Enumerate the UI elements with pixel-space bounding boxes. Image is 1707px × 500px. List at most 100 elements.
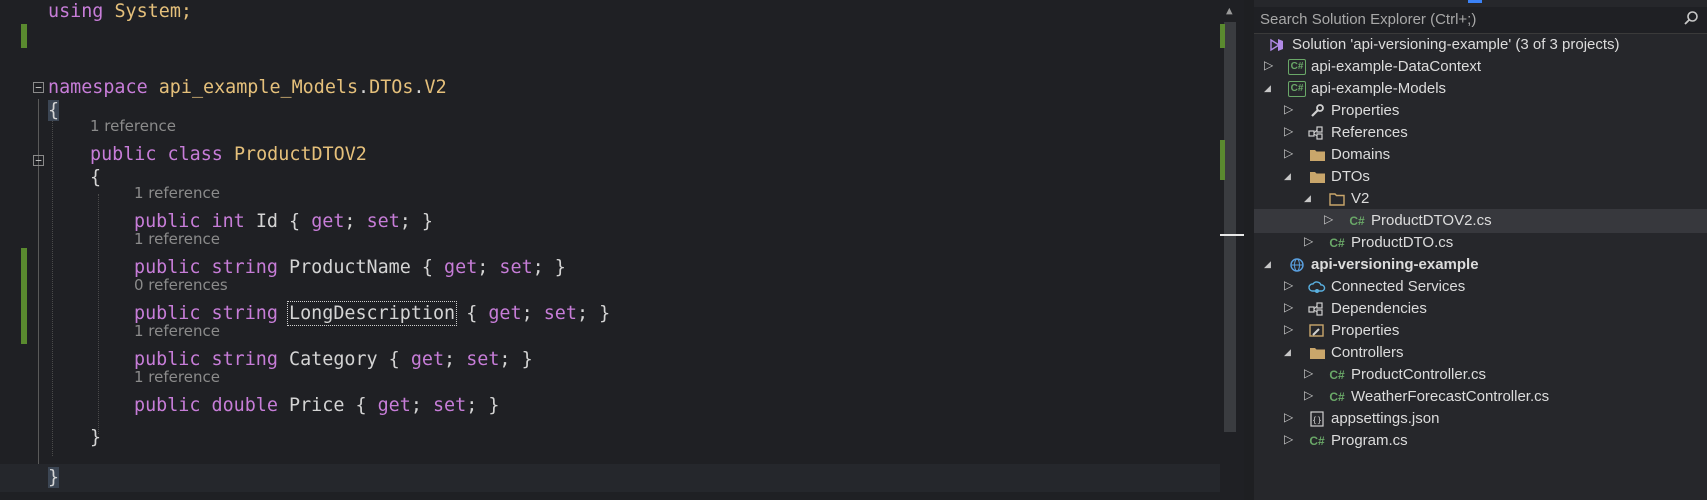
expand-arrow-icon[interactable]: ▷ [1324,212,1333,226]
collapse-class-button[interactable]: − [33,155,44,166]
collapse-namespace-button[interactable]: − [33,82,44,93]
expand-arrow-icon[interactable]: ▷ [1284,278,1293,292]
code-line-namespace[interactable]: namespace api_example_Models.DTOs.V2 [48,76,447,100]
codelens-references[interactable]: 0 references [134,275,228,295]
punct: ; [576,303,589,324]
editor-vertical-scrollbar[interactable]: ▲ [1220,0,1244,500]
wrench-icon [1308,102,1326,120]
tree-item[interactable]: ◢ api-versioning-example [1254,253,1707,277]
keyword: public [134,395,201,416]
tree-item-label: DTOs [1331,168,1370,185]
punct: ; [444,349,456,370]
keyword: string [211,349,278,370]
expand-arrow-icon[interactable]: ▷ [1284,410,1293,424]
folder-icon [1308,168,1326,186]
scroll-up-icon[interactable]: ▲ [1226,4,1233,17]
punct: ; [499,349,511,370]
search-box[interactable]: Search Solution Explorer (Ctrl+;) [1254,7,1707,34]
expand-arrow-icon[interactable]: ▷ [1304,366,1313,380]
keyword: set [366,211,400,232]
solution-explorer: Search Solution Explorer (Ctrl+;) Soluti… [1254,0,1707,500]
punct: ; [477,257,489,278]
code-line-ns-open[interactable]: { [48,99,60,123]
expand-arrow-icon[interactable]: ▷ [1284,102,1293,116]
punct: } [410,211,434,232]
codelens-references[interactable]: 1 reference [134,183,220,203]
tree-item[interactable]: ▷ C# api-example-DataContext [1254,55,1707,79]
code-line-class[interactable]: public class ProductDTOV2 [90,143,367,167]
tree-item-label: api-example-DataContext [1311,58,1482,75]
code-editor[interactable]: − − using System; namespace api_example_… [0,0,1220,500]
change-indicator [21,24,27,48]
expand-arrow-icon[interactable]: ▷ [1284,322,1293,336]
tree-item-label: Program.cs [1331,432,1408,449]
tree-item[interactable]: ▷ C# Program.cs [1254,429,1707,453]
csharp-project-icon: C# [1288,58,1306,76]
code-line-ns-close[interactable]: } [48,466,60,490]
dependencies-icon [1308,300,1326,318]
keyword: set [543,303,577,324]
keyword: set [466,349,500,370]
tab-indicator [1468,0,1482,3]
tree-item[interactable]: ▷ {} appsettings.json [1254,407,1707,431]
codelens-references[interactable]: 1 reference [90,116,176,136]
punct: } [477,395,500,416]
collapse-arrow-icon[interactable]: ◢ [1284,171,1291,182]
collapse-arrow-icon[interactable]: ◢ [1264,83,1271,94]
code-line-class-close[interactable]: } [90,426,101,450]
tree-item-label: WeatherForecastController.cs [1351,388,1550,405]
expand-arrow-icon[interactable]: ▷ [1304,388,1313,402]
tree-item[interactable]: ▷ Domains [1254,143,1707,167]
code-line-class-open[interactable]: { [90,166,101,190]
expand-arrow-icon[interactable]: ▷ [1284,146,1293,160]
expand-arrow-icon[interactable]: ▷ [1284,300,1293,314]
codelens-references[interactable]: 1 reference [134,321,220,341]
collapse-arrow-icon[interactable]: ◢ [1264,259,1271,270]
keyword: get [488,303,522,324]
tree-item[interactable]: ◢ DTOs [1254,165,1707,189]
punct: ; [344,211,356,232]
tree-item-label: api-versioning-example [1311,256,1479,273]
tree-item[interactable]: ◢ C# api-example-Models [1254,77,1707,101]
tree-item[interactable]: ▷ Properties [1254,319,1707,343]
keyword: string [211,303,278,324]
code-line-price[interactable]: public double Price { get; set; } [134,394,499,418]
tree-item[interactable]: ▷ Properties [1254,99,1707,123]
expand-arrow-icon[interactable]: ▷ [1284,432,1293,446]
tree-item[interactable]: ◢ Controllers [1254,341,1707,365]
collapse-arrow-icon[interactable]: ◢ [1284,347,1291,358]
expand-arrow-icon[interactable]: ▷ [1264,58,1273,72]
keyword: get [377,395,411,416]
tree-item[interactable]: ▷ Connected Services [1254,275,1707,299]
keyword: get [410,349,445,370]
codelens-references[interactable]: 1 reference [134,367,220,387]
keyword: double [211,395,278,416]
tree-item[interactable]: ▷ Dependencies [1254,297,1707,321]
csharp-file-icon: C# [1349,214,1365,228]
punct: { [455,303,489,324]
punct: ; [399,211,411,232]
collapse-arrow-icon[interactable]: ◢ [1304,193,1311,204]
codelens-references[interactable]: 1 reference [134,229,220,249]
tree-item[interactable]: ◢ V2 [1254,187,1707,211]
search-icon[interactable] [1683,10,1699,31]
code-line-using[interactable]: using System; [48,0,192,24]
tree-item[interactable]: ▷ C# ProductController.cs [1254,363,1707,387]
tree-item[interactable]: ▷ C# ProductDTO.cs [1254,231,1707,255]
folder-icon [1308,146,1326,164]
tree-item[interactable]: Solution 'api-versioning-example' (3 of … [1254,33,1707,57]
property-name: Id { [255,211,312,232]
punct: ; [466,395,478,416]
tree-item-label: ProductController.cs [1351,366,1487,383]
punct: ; [410,395,422,416]
selected-identifier[interactable]: LongDescription [287,301,458,326]
search-input[interactable]: Search Solution Explorer (Ctrl+;) [1260,11,1476,28]
expand-arrow-icon[interactable]: ▷ [1304,234,1313,248]
tree-item[interactable]: ▷ C# ProductDTOV2.cs [1254,209,1707,233]
ide-window: − − using System; namespace api_example_… [0,0,1707,500]
tree-item[interactable]: ▷ References [1254,121,1707,145]
scrollbar-track[interactable] [1224,22,1236,432]
tree-item[interactable]: ▷ C# WeatherForecastController.cs [1254,385,1707,409]
expand-arrow-icon[interactable]: ▷ [1284,124,1293,138]
keyword: public [90,144,157,165]
